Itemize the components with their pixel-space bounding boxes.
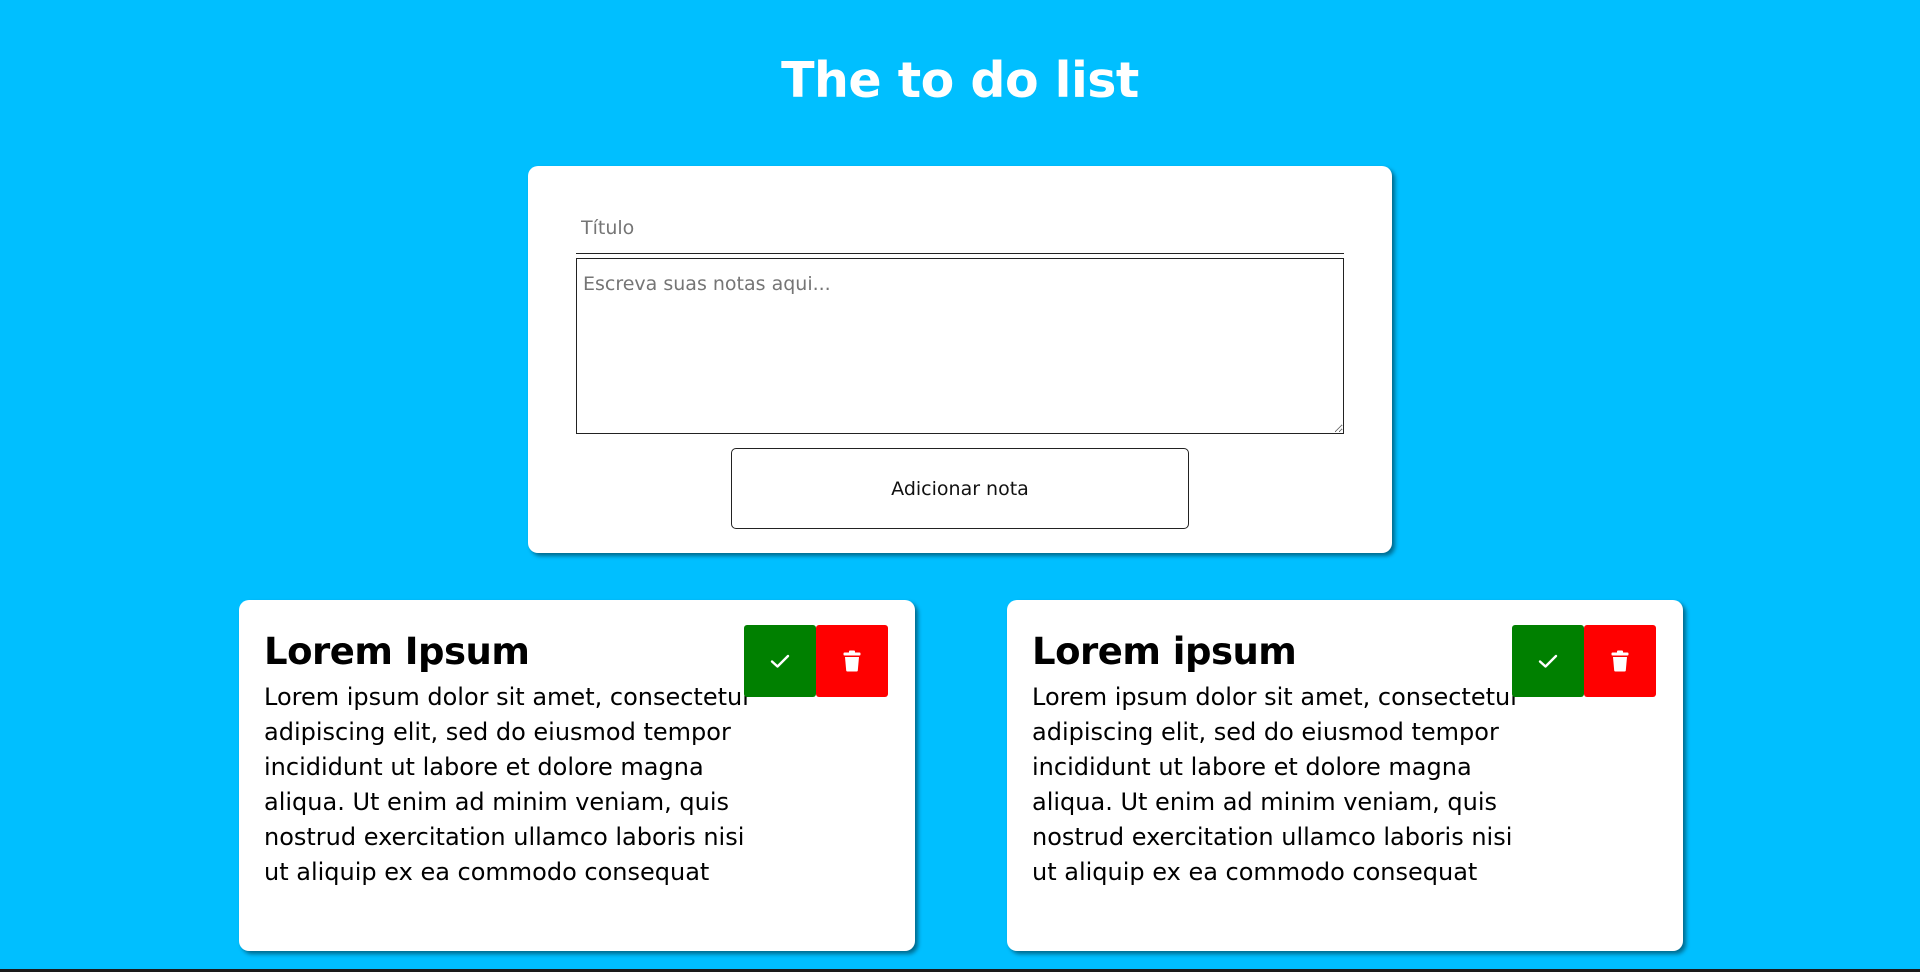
note-body: Lorem ipsum dolor sit amet, consectetur … xyxy=(1032,683,1521,886)
delete-note-button[interactable] xyxy=(1584,625,1656,697)
trash-icon xyxy=(1611,650,1629,672)
note-body: Lorem ipsum dolor sit amet, consectetur … xyxy=(264,683,753,886)
note-title: Lorem Ipsum xyxy=(264,630,530,673)
delete-note-button[interactable] xyxy=(816,625,888,697)
check-icon xyxy=(770,653,790,669)
page-title: The to do list xyxy=(781,52,1139,109)
note-card: Lorem Ipsum Lorem ipsum dolor sit amet, … xyxy=(239,600,915,951)
complete-note-button[interactable] xyxy=(1512,625,1584,697)
complete-note-button[interactable] xyxy=(744,625,816,697)
note-title: Lorem ipsum xyxy=(1032,630,1297,673)
check-icon xyxy=(1538,653,1558,669)
title-input[interactable] xyxy=(576,202,1344,254)
trash-icon xyxy=(843,650,861,672)
notes-textarea[interactable] xyxy=(576,258,1344,434)
note-form: Adicionar nota xyxy=(528,166,1392,553)
note-card: Lorem ipsum Lorem ipsum dolor sit amet, … xyxy=(1007,600,1683,951)
add-note-button[interactable]: Adicionar nota xyxy=(731,448,1189,529)
